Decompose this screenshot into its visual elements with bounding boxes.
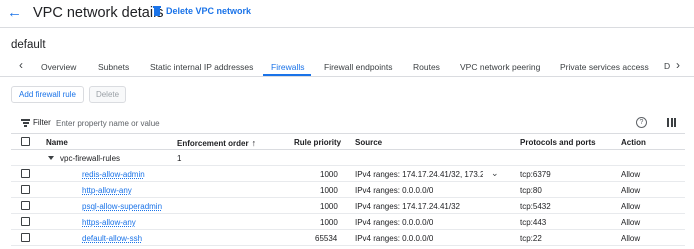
group-order: 1 (177, 154, 182, 163)
row-checkbox[interactable] (21, 201, 30, 210)
rule-priority: 1000 (320, 218, 338, 227)
row-checkbox[interactable] (21, 169, 30, 178)
rule-action: Allow (621, 234, 641, 243)
filter-icon (21, 119, 30, 127)
column-header-enforcement-order[interactable]: Enforcement order ↑ (177, 138, 256, 148)
tab-bar: ‹ Overview Subnets Static internal IP ad… (0, 55, 694, 77)
delete-vpc-network-button[interactable]: Delete VPC network (153, 6, 251, 16)
rule-protocols: tcp:22 (520, 234, 542, 243)
rule-name-link[interactable]: redis-allow-admin (82, 170, 145, 179)
rule-source: IPv4 ranges: 174.17.24.41/32, 173.2 (355, 170, 483, 179)
row-checkbox[interactable] (21, 185, 30, 194)
tab-static-internal-ip[interactable]: Static internal IP addresses (150, 62, 253, 72)
rule-priority: 1000 (320, 202, 338, 211)
column-header-action[interactable]: Action (621, 138, 646, 147)
chevron-right-icon[interactable]: › (676, 58, 680, 72)
trash-icon (153, 6, 161, 16)
rule-protocols: tcp:80 (520, 186, 542, 195)
top-bar: ← VPC network details Delete VPC network (0, 0, 694, 26)
column-header-rule-priority[interactable]: Rule priority (294, 138, 341, 147)
table-header: Name Enforcement order ↑ Rule priority So… (11, 133, 685, 150)
tab-subnets[interactable]: Subnets (98, 62, 129, 72)
page-title: VPC network details (33, 5, 164, 21)
rule-protocols: tcp:5432 (520, 202, 551, 211)
column-header-protocols[interactable]: Protocols and ports (520, 138, 596, 147)
back-arrow-icon[interactable]: ← (7, 5, 23, 21)
tab-private-services-access[interactable]: Private services access (560, 62, 649, 72)
column-header-name[interactable]: Name (46, 138, 68, 147)
rule-priority: 1000 (320, 170, 338, 179)
rule-protocols: tcp:6379 (520, 170, 551, 179)
table-row[interactable]: default-allow-ssh 65534 IPv4 ranges: 0.0… (11, 230, 685, 246)
tab-firewalls[interactable]: Firewalls (271, 62, 305, 72)
delete-vpc-network-label: Delete VPC network (166, 6, 252, 16)
filter-bar: Filter ? (11, 115, 685, 131)
expand-source-chevron-icon[interactable]: ⌄ (491, 168, 499, 179)
sort-arrow-up-icon: ↑ (251, 138, 257, 148)
tab-scroll-area (670, 55, 694, 76)
row-checkbox[interactable] (21, 233, 30, 242)
rule-name-link[interactable]: https-allow-any (82, 218, 136, 227)
rule-action: Allow (621, 186, 641, 195)
help-icon[interactable]: ? (636, 117, 647, 128)
chevron-left-icon[interactable]: ‹ (19, 58, 23, 72)
group-row[interactable]: vpc-firewall-rules 1 (11, 150, 685, 166)
rule-source: IPv4 ranges: 0.0.0.0/0 (355, 234, 434, 243)
column-header-enforcement-label: Enforcement order (177, 139, 249, 148)
rule-action: Allow (621, 218, 641, 227)
select-all-checkbox[interactable] (21, 137, 30, 146)
table-row[interactable]: redis-allow-admin 1000 IPv4 ranges: 174.… (11, 166, 685, 182)
table-row[interactable]: https-allow-any 1000 IPv4 ranges: 0.0.0.… (11, 214, 685, 230)
filter-input[interactable] (56, 116, 556, 130)
table-row[interactable]: http-allow-any 1000 IPv4 ranges: 0.0.0.0… (11, 182, 685, 198)
rule-action: Allow (621, 170, 641, 179)
column-header-source[interactable]: Source (355, 138, 382, 147)
filter-label: Filter (33, 118, 51, 127)
rule-action: Allow (621, 202, 641, 211)
table-row[interactable]: psql-allow-superadmin 1000 IPv4 ranges: … (11, 198, 685, 214)
expand-triangle-icon[interactable] (48, 156, 54, 160)
add-firewall-rule-button[interactable]: Add firewall rule (11, 86, 84, 103)
divider (0, 27, 694, 28)
tab-vpc-network-peering[interactable]: VPC network peering (460, 62, 540, 72)
group-name: vpc-firewall-rules (60, 154, 121, 163)
rule-source: IPv4 ranges: 0.0.0.0/0 (355, 218, 434, 227)
row-checkbox[interactable] (21, 217, 30, 226)
network-name: default (11, 39, 46, 51)
rule-protocols: tcp:443 (520, 218, 547, 227)
tab-firewall-endpoints[interactable]: Firewall endpoints (324, 62, 393, 72)
column-display-options-icon[interactable] (667, 118, 676, 127)
rule-name-link[interactable]: psql-allow-superadmin (82, 202, 162, 211)
rule-name-link[interactable]: default-allow-ssh (82, 234, 142, 243)
rule-name-link[interactable]: http-allow-any (82, 186, 132, 195)
rule-priority: 1000 (320, 186, 338, 195)
rule-priority: 65534 (315, 234, 338, 243)
tab-overview[interactable]: Overview (41, 62, 76, 72)
rule-source: IPv4 ranges: 0.0.0.0/0 (355, 186, 434, 195)
tab-routes[interactable]: Routes (413, 62, 440, 72)
delete-button[interactable]: Delete (89, 86, 126, 103)
active-tab-indicator (263, 74, 311, 76)
rule-source: IPv4 ranges: 174.17.24.41/32 (355, 202, 460, 211)
